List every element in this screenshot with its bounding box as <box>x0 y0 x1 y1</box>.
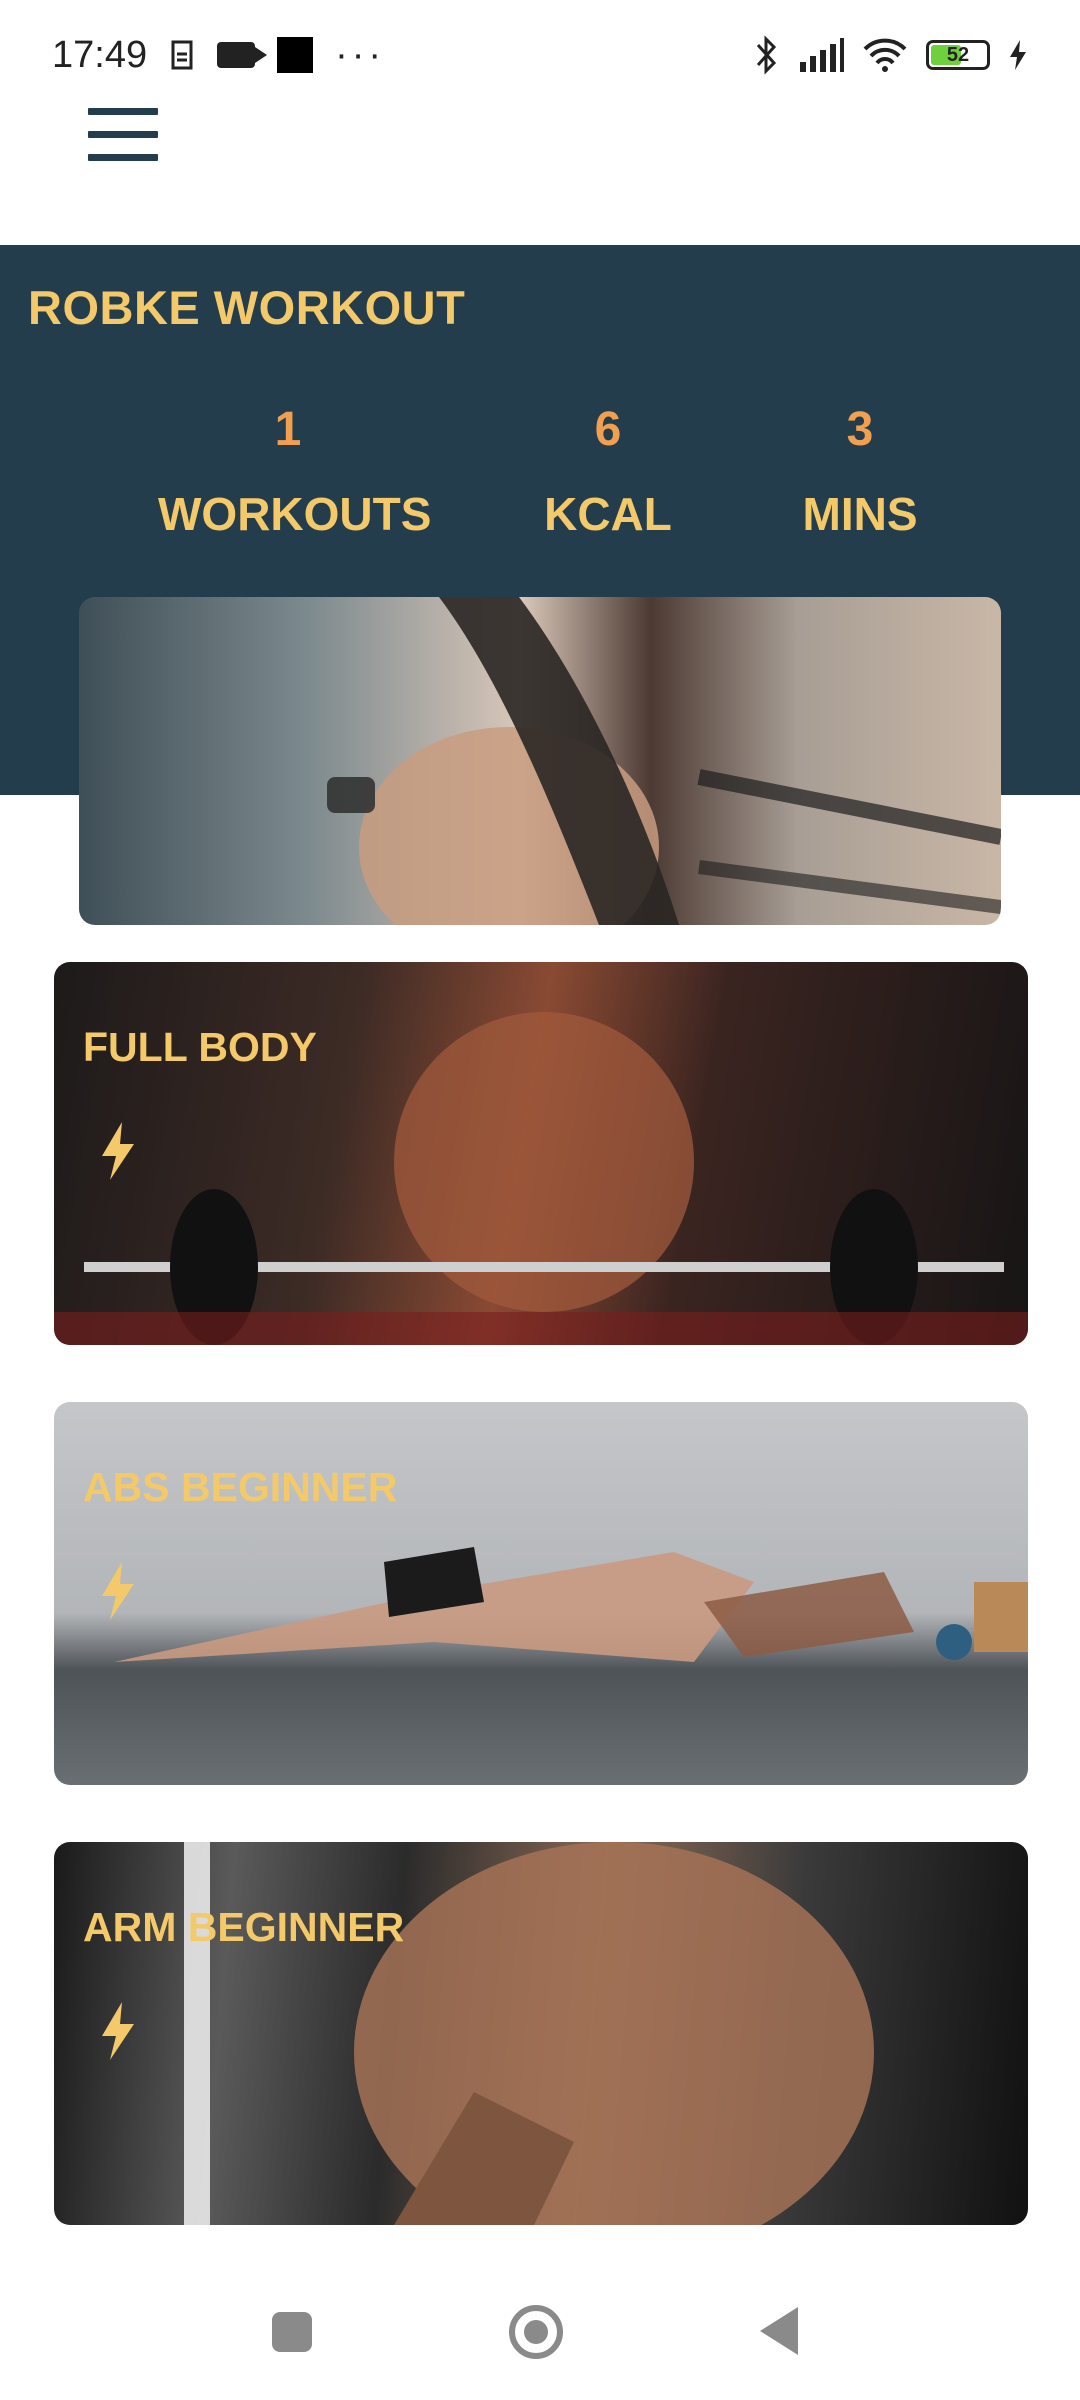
abs-illustration <box>114 1547 1028 1662</box>
stat-value: 6 <box>594 403 622 456</box>
stat-value: 1 <box>274 403 302 456</box>
stat-value: 3 <box>846 403 874 456</box>
arm-illustration <box>184 1842 874 2225</box>
stat-label: WORKOUTS <box>158 488 432 540</box>
recent-apps-icon[interactable] <box>272 2312 312 2352</box>
full-body-illustration <box>54 1012 1028 1345</box>
status-right: 52 <box>754 35 1028 75</box>
video-camera-icon <box>217 42 268 68</box>
workout-title: ABS BEGINNER <box>83 1464 398 1510</box>
stat-workouts: 1 WORKOUTS <box>158 402 432 541</box>
workout-title: ARM BEGINNER <box>83 1904 405 1950</box>
bolt-icon <box>102 1122 134 1180</box>
status-bar: 17:49 ··· 52 <box>0 0 1080 110</box>
signal-icon <box>800 38 844 72</box>
back-icon[interactable] <box>760 2307 798 2355</box>
battery-icon: 52 <box>926 40 990 70</box>
stat-kcal: 6 KCAL <box>518 402 698 541</box>
app-title: ROBKE WORKOUT <box>28 281 466 334</box>
stat-mins: 3 MINS <box>780 402 940 541</box>
battery-level: 52 <box>946 43 970 66</box>
status-left: 17:49 ··· <box>52 34 385 77</box>
bluetooth-icon <box>756 35 777 75</box>
status-time: 17:49 <box>52 33 148 76</box>
workout-card-arm-beginner[interactable]: ARM BEGINNER <box>54 1842 1028 2225</box>
hero-image <box>79 597 1001 925</box>
stat-label: KCAL <box>544 488 672 540</box>
bolt-icon <box>102 2002 134 2060</box>
app-square-icon <box>277 37 314 73</box>
home-icon[interactable] <box>509 2305 563 2359</box>
more-dots: ··· <box>335 33 386 76</box>
sim-icon <box>171 40 193 70</box>
menu-icon[interactable] <box>88 108 158 166</box>
stat-label: MINS <box>802 488 918 540</box>
bolt-icon <box>102 1562 134 1620</box>
workout-card-abs-beginner[interactable]: ABS BEGINNER <box>54 1402 1028 1785</box>
wifi-icon <box>863 38 907 72</box>
workout-card-full-body[interactable]: FULL BODY <box>54 962 1028 1345</box>
charging-icon <box>1010 40 1026 70</box>
hero-illustration <box>327 597 1001 925</box>
workout-title: FULL BODY <box>83 1024 317 1070</box>
